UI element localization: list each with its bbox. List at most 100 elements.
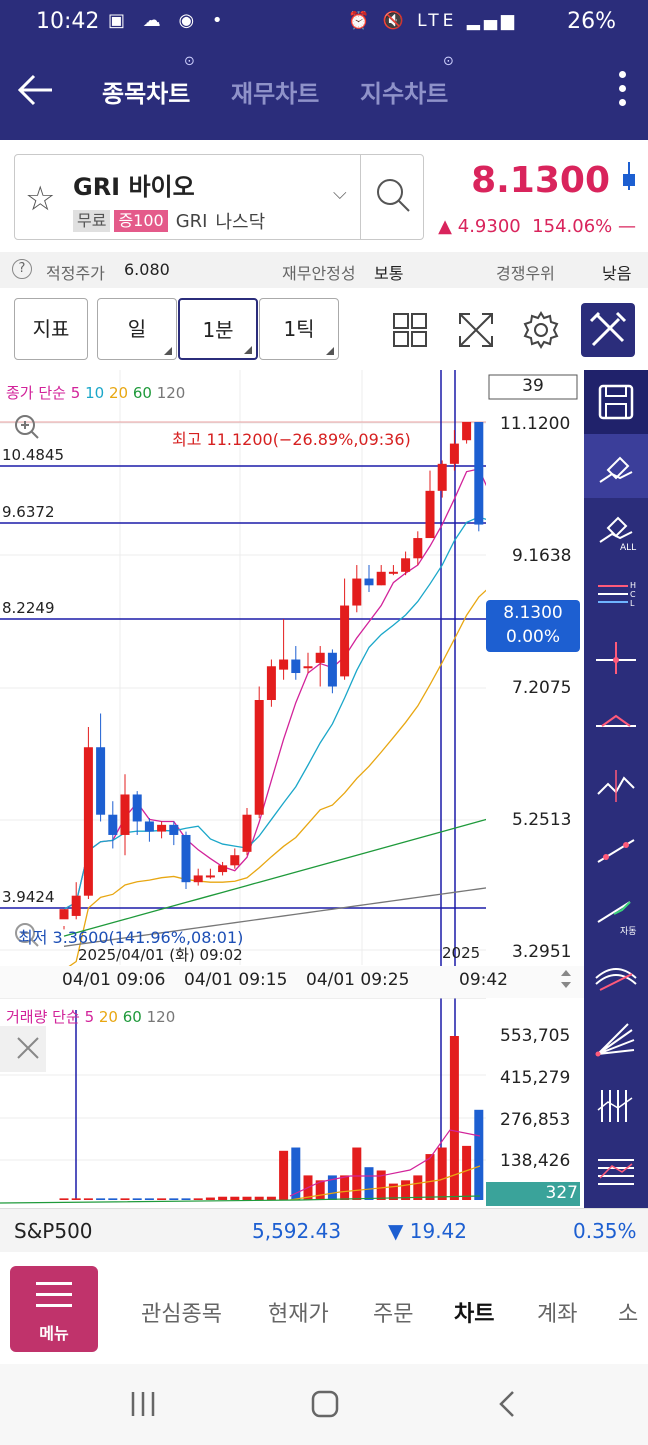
back-icon[interactable] <box>496 1390 518 1418</box>
eraser-tool-button[interactable] <box>584 434 648 498</box>
back-arrow-icon[interactable] <box>16 70 56 110</box>
candle-body <box>413 538 423 559</box>
price-tick-2: 9.1638 <box>512 546 572 566</box>
candle-body <box>120 794 130 835</box>
volume-bar <box>364 1167 374 1200</box>
candle-body <box>59 909 69 920</box>
divider <box>360 155 361 239</box>
ticker-label: GRI <box>175 210 208 232</box>
volume-tick-3: 276,853 <box>500 1110 571 1130</box>
last-volume-label: 327 <box>545 1183 578 1203</box>
nav-current-price[interactable]: 현재가 <box>268 1296 329 1328</box>
nav-order[interactable]: 주문 <box>373 1296 413 1328</box>
trend-cross-tool-button[interactable] <box>584 626 648 690</box>
favorite-star-icon[interactable]: ☆ <box>25 179 55 219</box>
nav-watchlist[interactable]: 관심종목 <box>141 1296 222 1328</box>
ma20-line <box>63 585 492 971</box>
price-chart[interactable] <box>0 370 584 1208</box>
candle-body <box>352 578 362 606</box>
candle-body <box>279 659 289 670</box>
time-tick-3: 04/01 09:25 <box>306 970 410 990</box>
home-icon[interactable] <box>310 1390 340 1418</box>
time-tick-2: 04/01 09:15 <box>184 970 288 990</box>
index-name: S&P500 <box>14 1219 93 1243</box>
volume-bar <box>279 1150 289 1200</box>
volume-bar <box>462 1145 472 1200</box>
trendline-tool-button[interactable] <box>584 818 648 882</box>
indicator-button[interactable]: 지표 <box>14 298 88 360</box>
search-icon[interactable] <box>373 175 413 215</box>
svg-text:C: C <box>630 590 636 599</box>
period-minute-label: 1분 <box>202 318 234 342</box>
period-minute-button[interactable]: 1분 <box>178 298 258 360</box>
price-axis-bg <box>486 370 584 966</box>
menu-button[interactable]: 메뉴 <box>10 1266 98 1352</box>
chart-area[interactable]: 종가 단순 5 10 20 60 120 39 최고 11.1200(−26.8… <box>0 370 648 1208</box>
drawing-tools-button[interactable] <box>581 303 635 357</box>
volume-bar <box>340 1175 350 1200</box>
candle-body <box>230 855 240 866</box>
candle-count[interactable]: 39 <box>489 376 577 396</box>
volume-bar <box>254 1196 264 1200</box>
period-tick-button[interactable]: 1틱 <box>259 298 339 360</box>
close-volume-button <box>0 1026 46 1072</box>
ma-5: 5 <box>70 384 81 402</box>
ma-legend[interactable]: 종가 단순 5 10 20 60 120 <box>6 382 185 403</box>
fan-lines-icon <box>595 1023 635 1057</box>
more-menu-icon[interactable] <box>616 68 628 110</box>
period-day-button[interactable]: 일 <box>97 298 177 360</box>
zigzag-tool-button[interactable] <box>584 754 648 818</box>
vma-60: 60 <box>122 1008 142 1026</box>
valuation-info-row: ? 적정주가 6.080 재무안정성 보통 경쟁우위 낮음 <box>0 252 648 288</box>
tab-link-icon: ⊙ <box>443 54 454 69</box>
volume-bar <box>230 1196 240 1200</box>
level-label-1: 10.4845 <box>2 446 65 464</box>
volume-bar <box>132 1198 142 1200</box>
system-navigation-bar <box>0 1364 648 1445</box>
bottom-navigation: 메뉴 관심종목 현재가 주문 차트 계좌 소 <box>0 1252 648 1364</box>
settings-gear-icon[interactable] <box>521 310 561 350</box>
hcl-tool-button[interactable]: H C L <box>584 562 648 626</box>
candle-body <box>437 463 447 491</box>
tab-financial-chart[interactable]: 재무차트 <box>231 74 319 109</box>
price-tick-5: 3.2951 <box>512 942 572 962</box>
vertical-lines-tool-button[interactable] <box>584 1074 648 1138</box>
price-tick-4: 5.2513 <box>512 810 572 830</box>
nav-more[interactable]: 소 <box>618 1296 638 1328</box>
exchange-label: 나스닥 <box>215 212 266 233</box>
tools-icon <box>589 311 627 347</box>
candle-body <box>291 659 301 674</box>
volume-tick-4: 138,426 <box>500 1151 571 1171</box>
erase-all-tool-button[interactable]: ALL <box>584 498 648 562</box>
volume-bar <box>169 1198 179 1200</box>
tab-stock-chart[interactable]: 종목차트 <box>102 74 190 109</box>
arc-tool-button[interactable] <box>584 946 648 1010</box>
auto-trend-tool-button[interactable]: 자동 <box>584 882 648 946</box>
chevron-down-icon[interactable]: ⌵ <box>333 183 347 204</box>
ma-title: 종가 단순 <box>6 384 66 402</box>
svg-text:H: H <box>630 581 636 590</box>
zoom-in-icon <box>15 415 39 439</box>
vertical-lines-icon <box>597 1090 633 1122</box>
candle-body <box>376 571 386 586</box>
layout-grid-icon[interactable] <box>390 310 430 350</box>
help-icon[interactable]: ? <box>12 259 32 279</box>
volume-tick-2: 415,279 <box>500 1068 571 1088</box>
index-ticker-bar[interactable]: S&P500 5,592.43 ▼ 19.42 0.35% <box>0 1208 648 1252</box>
horizontal-lines-tool-button[interactable] <box>584 1138 648 1202</box>
tab-index-chart[interactable]: 지수차트 <box>360 74 448 109</box>
nav-chart[interactable]: 차트 <box>454 1296 494 1328</box>
recent-apps-icon[interactable] <box>128 1390 158 1418</box>
stock-selector[interactable]: ☆ GRI 바이오 ⌵ 무료 증100 GRI 나스닥 <box>14 154 424 240</box>
expand-icon[interactable] <box>456 310 496 350</box>
fan-tool-button[interactable] <box>584 1010 648 1074</box>
peak-tool-button[interactable] <box>584 690 648 754</box>
candle-body <box>193 875 203 883</box>
level-label-4: 3.9424 <box>2 888 55 906</box>
nav-account[interactable]: 계좌 <box>537 1296 577 1328</box>
volume-bar <box>218 1196 228 1200</box>
save-tool-button[interactable] <box>584 370 648 434</box>
drawing-tool-panel: ALL H C L 자동 <box>584 370 648 1208</box>
chart-grid <box>0 370 486 1161</box>
volume-legend[interactable]: 거래량 단순 5 20 60 120 <box>6 1006 175 1027</box>
